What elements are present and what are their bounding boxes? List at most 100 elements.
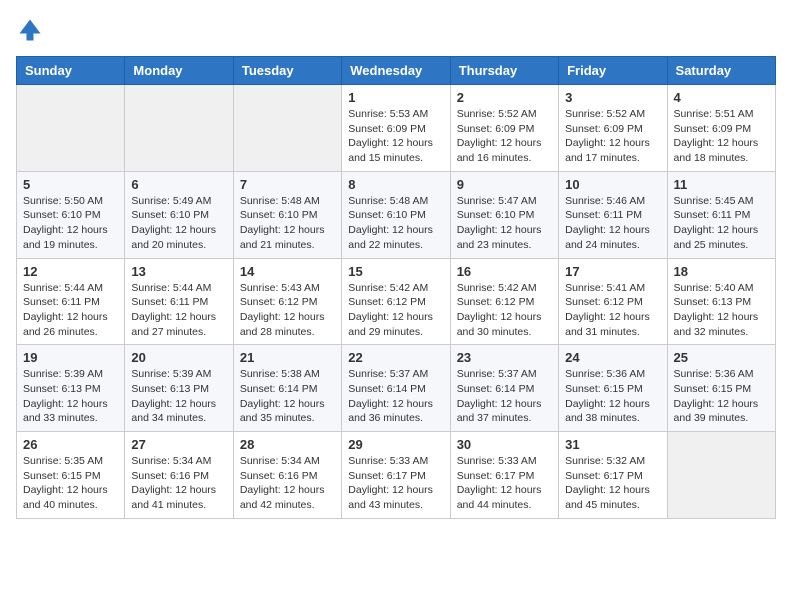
calendar-day-cell: 26 Sunrise: 5:35 AMSunset: 6:15 PMDayligh… — [17, 432, 125, 519]
day-number: 27 — [131, 437, 226, 452]
calendar-day-cell: 13 Sunrise: 5:44 AMSunset: 6:11 PMDayligh… — [125, 258, 233, 345]
calendar-header-friday: Friday — [559, 57, 667, 85]
day-number: 13 — [131, 264, 226, 279]
day-info: Sunrise: 5:48 AMSunset: 6:10 PMDaylight:… — [240, 194, 335, 253]
logo-icon — [16, 16, 44, 44]
calendar-week-row: 5 Sunrise: 5:50 AMSunset: 6:10 PMDaylight… — [17, 171, 776, 258]
calendar-day-cell: 27 Sunrise: 5:34 AMSunset: 6:16 PMDayligh… — [125, 432, 233, 519]
day-number: 19 — [23, 350, 118, 365]
day-number: 22 — [348, 350, 443, 365]
day-info: Sunrise: 5:52 AMSunset: 6:09 PMDaylight:… — [565, 107, 660, 166]
day-info: Sunrise: 5:47 AMSunset: 6:10 PMDaylight:… — [457, 194, 552, 253]
calendar-day-cell: 5 Sunrise: 5:50 AMSunset: 6:10 PMDaylight… — [17, 171, 125, 258]
day-info: Sunrise: 5:37 AMSunset: 6:14 PMDaylight:… — [348, 367, 443, 426]
calendar-day-cell — [125, 85, 233, 172]
day-info: Sunrise: 5:36 AMSunset: 6:15 PMDaylight:… — [565, 367, 660, 426]
day-number: 7 — [240, 177, 335, 192]
calendar-day-cell: 16 Sunrise: 5:42 AMSunset: 6:12 PMDayligh… — [450, 258, 558, 345]
day-info: Sunrise: 5:43 AMSunset: 6:12 PMDaylight:… — [240, 281, 335, 340]
calendar-header-tuesday: Tuesday — [233, 57, 341, 85]
calendar-day-cell: 14 Sunrise: 5:43 AMSunset: 6:12 PMDayligh… — [233, 258, 341, 345]
day-info: Sunrise: 5:39 AMSunset: 6:13 PMDaylight:… — [23, 367, 118, 426]
calendar-week-row: 26 Sunrise: 5:35 AMSunset: 6:15 PMDayligh… — [17, 432, 776, 519]
day-info: Sunrise: 5:50 AMSunset: 6:10 PMDaylight:… — [23, 194, 118, 253]
day-info: Sunrise: 5:44 AMSunset: 6:11 PMDaylight:… — [23, 281, 118, 340]
day-info: Sunrise: 5:34 AMSunset: 6:16 PMDaylight:… — [131, 454, 226, 513]
day-info: Sunrise: 5:37 AMSunset: 6:14 PMDaylight:… — [457, 367, 552, 426]
day-number: 20 — [131, 350, 226, 365]
day-number: 29 — [348, 437, 443, 452]
calendar-day-cell — [17, 85, 125, 172]
day-number: 18 — [674, 264, 769, 279]
day-number: 9 — [457, 177, 552, 192]
day-number: 1 — [348, 90, 443, 105]
day-info: Sunrise: 5:40 AMSunset: 6:13 PMDaylight:… — [674, 281, 769, 340]
calendar-day-cell: 17 Sunrise: 5:41 AMSunset: 6:12 PMDayligh… — [559, 258, 667, 345]
day-info: Sunrise: 5:51 AMSunset: 6:09 PMDaylight:… — [674, 107, 769, 166]
day-info: Sunrise: 5:48 AMSunset: 6:10 PMDaylight:… — [348, 194, 443, 253]
calendar-week-row: 1 Sunrise: 5:53 AMSunset: 6:09 PMDaylight… — [17, 85, 776, 172]
day-number: 31 — [565, 437, 660, 452]
calendar-day-cell: 6 Sunrise: 5:49 AMSunset: 6:10 PMDaylight… — [125, 171, 233, 258]
day-number: 23 — [457, 350, 552, 365]
calendar-day-cell: 3 Sunrise: 5:52 AMSunset: 6:09 PMDaylight… — [559, 85, 667, 172]
day-info: Sunrise: 5:42 AMSunset: 6:12 PMDaylight:… — [348, 281, 443, 340]
calendar-day-cell: 1 Sunrise: 5:53 AMSunset: 6:09 PMDaylight… — [342, 85, 450, 172]
day-info: Sunrise: 5:44 AMSunset: 6:11 PMDaylight:… — [131, 281, 226, 340]
calendar-day-cell: 29Sunrise: 5:33 AMSunset: 6:17 PMDayligh… — [342, 432, 450, 519]
calendar-day-cell: 2Sunrise: 5:52 AMSunset: 6:09 PMDaylight… — [450, 85, 558, 172]
day-info: Sunrise: 5:49 AMSunset: 6:10 PMDaylight:… — [131, 194, 226, 253]
day-info: Sunrise: 5:53 AMSunset: 6:09 PMDaylight:… — [348, 107, 443, 166]
calendar-header-row: SundayMondayTuesdayWednesdayThursdayFrid… — [17, 57, 776, 85]
day-number: 2 — [457, 90, 552, 105]
calendar-week-row: 19 Sunrise: 5:39 AMSunset: 6:13 PMDayligh… — [17, 345, 776, 432]
day-number: 25 — [674, 350, 769, 365]
calendar-day-cell: 24Sunrise: 5:36 AMSunset: 6:15 PMDayligh… — [559, 345, 667, 432]
calendar-header-wednesday: Wednesday — [342, 57, 450, 85]
calendar-table: SundayMondayTuesdayWednesdayThursdayFrid… — [16, 56, 776, 519]
calendar-day-cell: 21Sunrise: 5:38 AMSunset: 6:14 PMDayligh… — [233, 345, 341, 432]
calendar-header-thursday: Thursday — [450, 57, 558, 85]
day-number: 28 — [240, 437, 335, 452]
calendar-header-monday: Monday — [125, 57, 233, 85]
calendar-day-cell: 22 Sunrise: 5:37 AMSunset: 6:14 PMDayligh… — [342, 345, 450, 432]
day-number: 17 — [565, 264, 660, 279]
day-info: Sunrise: 5:32 AMSunset: 6:17 PMDaylight:… — [565, 454, 660, 513]
calendar-day-cell: 20 Sunrise: 5:39 AMSunset: 6:13 PMDayligh… — [125, 345, 233, 432]
day-info: Sunrise: 5:35 AMSunset: 6:15 PMDaylight:… — [23, 454, 118, 513]
calendar-day-cell: 8Sunrise: 5:48 AMSunset: 6:10 PMDaylight… — [342, 171, 450, 258]
calendar-day-cell: 9 Sunrise: 5:47 AMSunset: 6:10 PMDaylight… — [450, 171, 558, 258]
day-info: Sunrise: 5:42 AMSunset: 6:12 PMDaylight:… — [457, 281, 552, 340]
day-info: Sunrise: 5:33 AMSunset: 6:17 PMDaylight:… — [457, 454, 552, 513]
page-header — [16, 16, 776, 44]
logo — [16, 16, 48, 44]
calendar-day-cell: 28 Sunrise: 5:34 AMSunset: 6:16 PMDayligh… — [233, 432, 341, 519]
day-number: 11 — [674, 177, 769, 192]
day-number: 4 — [674, 90, 769, 105]
day-number: 14 — [240, 264, 335, 279]
calendar-day-cell: 11Sunrise: 5:45 AMSunset: 6:11 PMDayligh… — [667, 171, 775, 258]
day-number: 21 — [240, 350, 335, 365]
calendar-day-cell: 15 Sunrise: 5:42 AMSunset: 6:12 PMDayligh… — [342, 258, 450, 345]
day-number: 6 — [131, 177, 226, 192]
calendar-header-sunday: Sunday — [17, 57, 125, 85]
calendar-day-cell: 25 Sunrise: 5:36 AMSunset: 6:15 PMDayligh… — [667, 345, 775, 432]
calendar-day-cell: 23 Sunrise: 5:37 AMSunset: 6:14 PMDayligh… — [450, 345, 558, 432]
day-number: 15 — [348, 264, 443, 279]
calendar-day-cell: 31 Sunrise: 5:32 AMSunset: 6:17 PMDayligh… — [559, 432, 667, 519]
calendar-day-cell: 12Sunrise: 5:44 AMSunset: 6:11 PMDayligh… — [17, 258, 125, 345]
calendar-day-cell: 18 Sunrise: 5:40 AMSunset: 6:13 PMDayligh… — [667, 258, 775, 345]
calendar-day-cell — [667, 432, 775, 519]
day-info: Sunrise: 5:34 AMSunset: 6:16 PMDaylight:… — [240, 454, 335, 513]
day-info: Sunrise: 5:36 AMSunset: 6:15 PMDaylight:… — [674, 367, 769, 426]
calendar-week-row: 12Sunrise: 5:44 AMSunset: 6:11 PMDayligh… — [17, 258, 776, 345]
day-info: Sunrise: 5:41 AMSunset: 6:12 PMDaylight:… — [565, 281, 660, 340]
day-number: 5 — [23, 177, 118, 192]
calendar-day-cell: 19 Sunrise: 5:39 AMSunset: 6:13 PMDayligh… — [17, 345, 125, 432]
calendar-day-cell: 7 Sunrise: 5:48 AMSunset: 6:10 PMDaylight… — [233, 171, 341, 258]
day-number: 26 — [23, 437, 118, 452]
day-number: 3 — [565, 90, 660, 105]
day-info: Sunrise: 5:39 AMSunset: 6:13 PMDaylight:… — [131, 367, 226, 426]
day-number: 16 — [457, 264, 552, 279]
day-info: Sunrise: 5:46 AMSunset: 6:11 PMDaylight:… — [565, 194, 660, 253]
